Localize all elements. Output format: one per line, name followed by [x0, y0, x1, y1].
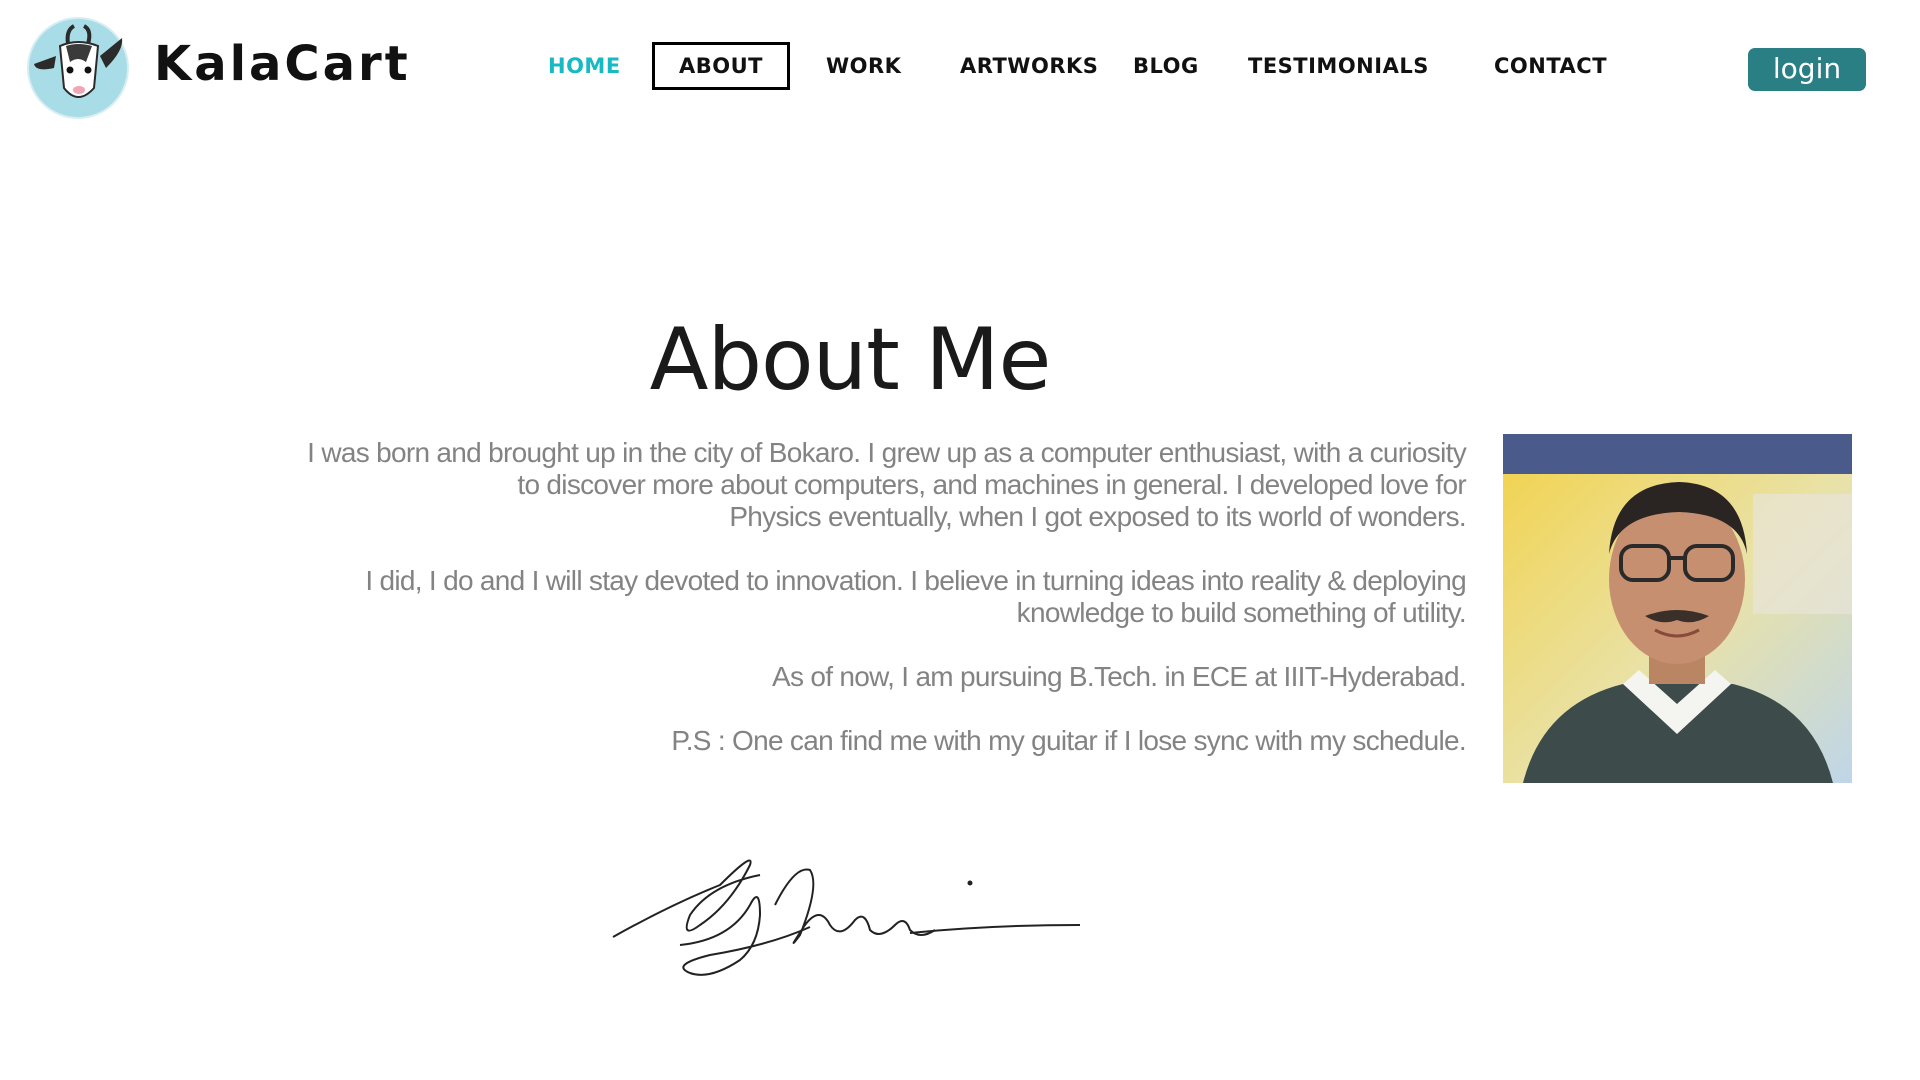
profile-photo — [1503, 434, 1852, 783]
bio-line: to discover more about computers, and ma… — [517, 469, 1466, 500]
bio-line: I was born and brought up in the city of… — [307, 437, 1467, 468]
bio-line: Physics eventually, when I got exposed t… — [729, 501, 1466, 532]
nav-item-artworks[interactable]: ARTWORKS — [960, 42, 1098, 90]
bio-paragraph: I did, I do and I will stay devoted to i… — [120, 565, 1466, 629]
signature-image — [610, 845, 1081, 980]
main-nav: HOME ABOUT WORK ARTWORKS BLOG TESTIMONIA… — [0, 42, 1920, 90]
bio-paragraph: I was born and brought up in the city of… — [120, 437, 1467, 533]
nav-item-contact[interactable]: CONTACT — [1494, 42, 1607, 90]
nav-item-about[interactable]: ABOUT — [652, 42, 790, 90]
bio-paragraph: P.S : One can find me with my guitar if … — [120, 725, 1466, 757]
page-title: About Me — [649, 310, 1052, 410]
login-button[interactable]: login — [1748, 48, 1866, 91]
about-bio: I was born and brought up in the city of… — [120, 437, 1467, 789]
nav-item-testimonials[interactable]: TESTIMONIALS — [1248, 42, 1429, 90]
bio-line: knowledge to build something of utility. — [1016, 597, 1467, 628]
nav-item-blog[interactable]: BLOG — [1133, 42, 1199, 90]
bio-paragraph: As of now, I am pursuing B.Tech. in ECE … — [120, 661, 1467, 693]
bio-line: I did, I do and I will stay devoted to i… — [365, 565, 1466, 596]
bio-line: As of now, I am pursuing B.Tech. in ECE … — [772, 661, 1467, 692]
nav-item-home[interactable]: HOME — [548, 42, 621, 90]
nav-item-work[interactable]: WORK — [826, 42, 901, 90]
page: KalaCart HOME ABOUT WORK ARTWORKS BLOG T… — [0, 0, 1920, 1080]
bio-line: P.S : One can find me with my guitar if … — [671, 725, 1466, 756]
